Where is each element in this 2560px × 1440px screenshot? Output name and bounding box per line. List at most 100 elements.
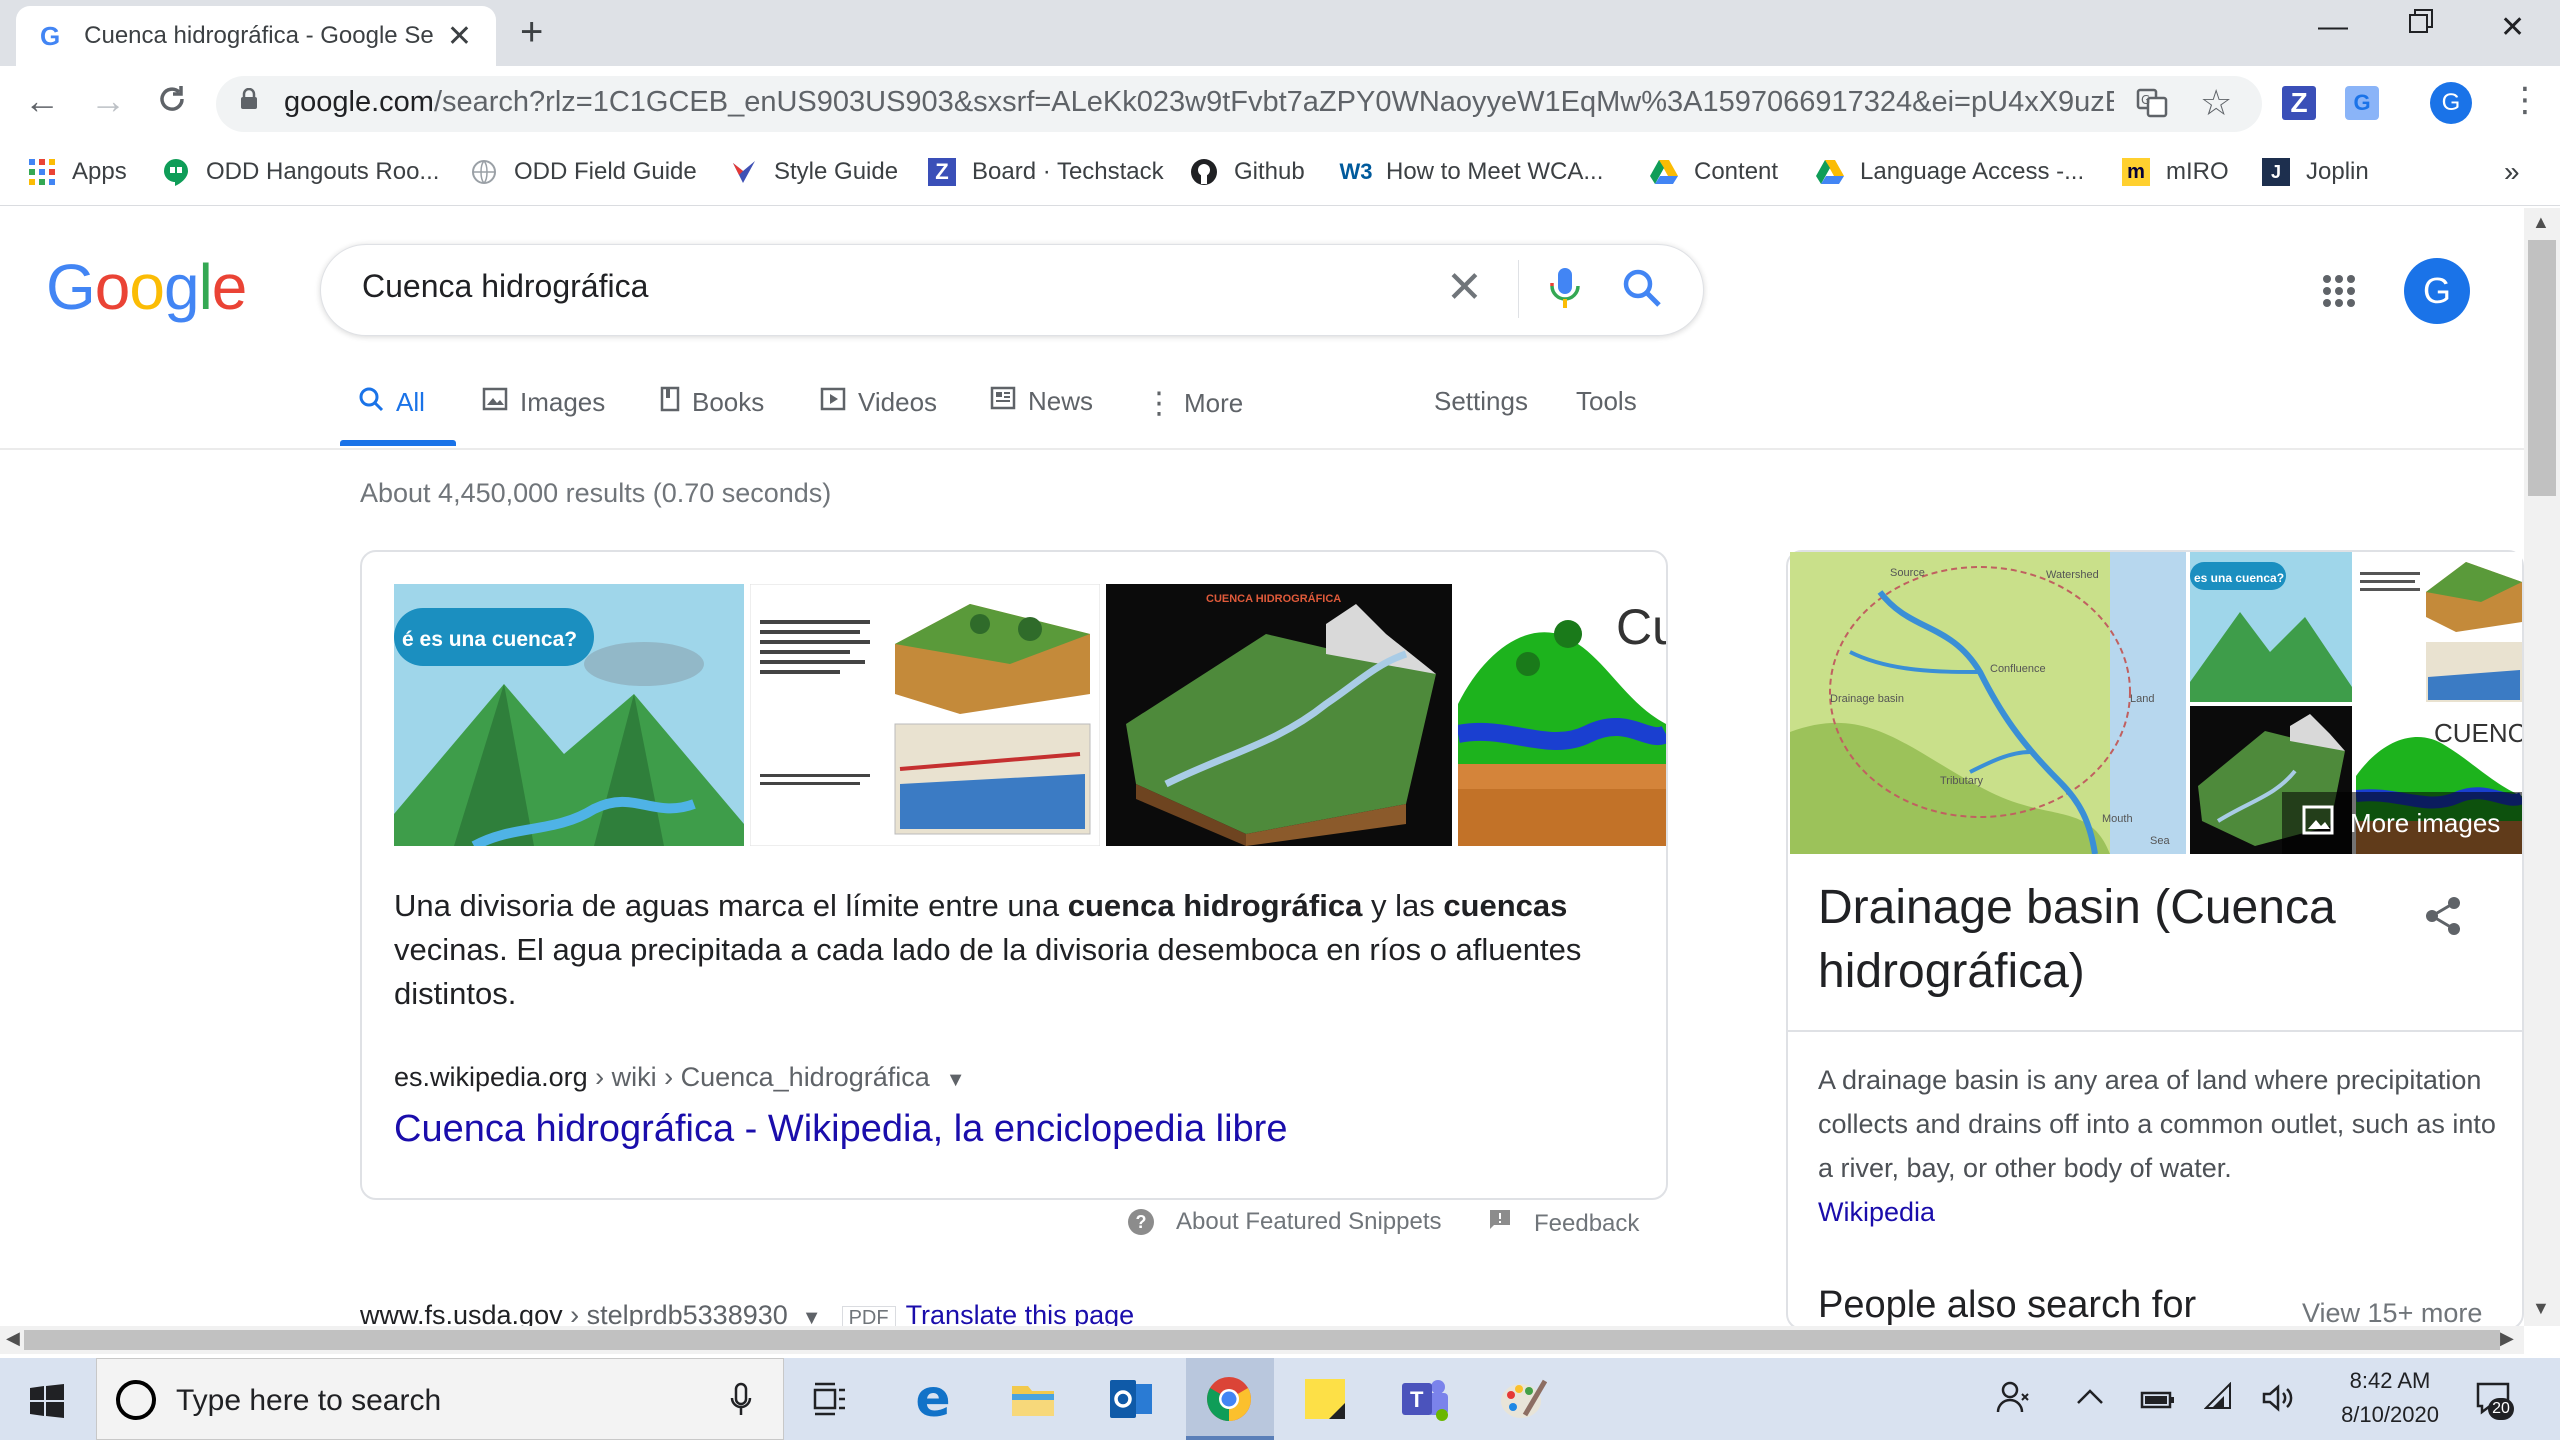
about-featured-snippets[interactable]: ? About Featured Snippets bbox=[1128, 1208, 1442, 1236]
tab-tools[interactable]: Tools bbox=[1576, 386, 1637, 417]
snippet-text: Una divisoria de aguas marca el límite e… bbox=[394, 884, 1644, 1016]
browser-menu-icon[interactable]: ⋮ bbox=[2508, 80, 2542, 120]
bookmarks-overflow-icon[interactable]: » bbox=[2504, 152, 2520, 192]
zenhub-extension-icon[interactable]: Z bbox=[2282, 86, 2316, 120]
account-avatar[interactable]: G bbox=[2404, 258, 2470, 324]
search-icon[interactable] bbox=[1620, 266, 1664, 315]
profile-avatar[interactable]: G bbox=[2430, 82, 2472, 124]
knowledge-panel-thumbnail[interactable] bbox=[2356, 552, 2522, 702]
tab-label: News bbox=[1028, 386, 1094, 416]
knowledge-panel-title: Drainage basin (Cuenca hidrográfica) bbox=[1818, 881, 2336, 998]
scroll-down-icon[interactable]: ▼ bbox=[2532, 1298, 2550, 1319]
google-translate-extension-icon[interactable]: G bbox=[2345, 86, 2379, 120]
logo-letter: o bbox=[129, 251, 165, 323]
paint-icon[interactable] bbox=[1494, 1370, 1552, 1428]
map-label: Confluence bbox=[1990, 663, 2046, 675]
windows-start-icon[interactable] bbox=[30, 1384, 64, 1423]
knowledge-panel-main-image[interactable]: Source Watershed Confluence Drainage bas… bbox=[1790, 552, 2186, 855]
volume-icon[interactable] bbox=[2262, 1384, 2296, 1419]
snippet-citation[interactable]: es.wikipedia.org › wiki › Cuenca_hidrogr… bbox=[394, 1062, 966, 1093]
file-explorer-icon[interactable] bbox=[1004, 1370, 1062, 1428]
logo-letter: g bbox=[163, 251, 200, 323]
battery-icon[interactable] bbox=[2140, 1386, 2176, 1418]
map-label: Watershed bbox=[2046, 569, 2099, 581]
feedback-link[interactable]: Feedback bbox=[1488, 1208, 1639, 1239]
tab-images[interactable]: Images bbox=[482, 386, 605, 419]
browser-tab[interactable]: G Cuenca hidrográfica - Google Se ✕ bbox=[16, 6, 496, 66]
snippet-thumbnail[interactable]: CUENCA HIDROGRÁFICA bbox=[1106, 584, 1452, 846]
bookmark-board-techstack[interactable]: Z Board · Techstack bbox=[928, 152, 1164, 192]
google-logo[interactable]: Google bbox=[46, 250, 247, 324]
bookmark-github[interactable]: Github bbox=[1190, 152, 1305, 192]
search-small-icon bbox=[358, 386, 384, 419]
bookmark-language-access[interactable]: Language Access -... bbox=[1816, 152, 2084, 192]
task-view-icon[interactable] bbox=[802, 1370, 860, 1428]
people-icon[interactable] bbox=[1996, 1380, 2030, 1421]
bookmark-star-icon[interactable]: ☆ bbox=[2200, 82, 2232, 124]
sticky-notes-icon[interactable] bbox=[1296, 1370, 1354, 1428]
bookmark-style-guide[interactable]: Style Guide bbox=[730, 152, 898, 192]
voice-search-icon[interactable] bbox=[1548, 266, 1582, 317]
image-icon bbox=[2302, 805, 2334, 842]
view-more-link[interactable]: View 15+ more bbox=[2302, 1298, 2482, 1329]
clear-search-icon[interactable]: ✕ bbox=[1446, 262, 1483, 313]
microphone-icon[interactable] bbox=[730, 1382, 752, 1423]
tab-videos[interactable]: Videos bbox=[820, 386, 937, 419]
share-icon[interactable] bbox=[2424, 896, 2462, 941]
bookmark-label: Style Guide bbox=[774, 158, 899, 185]
snippet-result-link[interactable]: Cuenca hidrográfica - Wikipedia, la enci… bbox=[394, 1108, 1287, 1151]
tab-label: Images bbox=[520, 387, 606, 417]
scroll-right-icon[interactable]: ▶ bbox=[2500, 1328, 2514, 1349]
outlook-icon[interactable] bbox=[1102, 1370, 1160, 1428]
bookmark-miro[interactable]: m mIRO bbox=[2122, 152, 2229, 192]
close-tab-icon[interactable]: ✕ bbox=[447, 19, 472, 54]
tab-news[interactable]: News bbox=[990, 386, 1093, 417]
teams-icon[interactable]: T bbox=[1396, 1370, 1454, 1428]
tab-more[interactable]: ⋮ More bbox=[1144, 386, 1243, 421]
minimize-icon[interactable]: — bbox=[2318, 10, 2348, 44]
taskbar-search-placeholder[interactable]: Type here to search bbox=[176, 1384, 441, 1418]
translate-icon[interactable]: G bbox=[2136, 86, 2168, 126]
snippet-thumbnail[interactable] bbox=[750, 584, 1100, 846]
bookmark-odd-hangouts[interactable]: ODD Hangouts Roo... bbox=[162, 152, 439, 192]
about-label: About Featured Snippets bbox=[1176, 1208, 1442, 1235]
bookmark-apps[interactable]: Apps bbox=[28, 152, 127, 192]
tab-title: Cuenca hidrográfica - Google Se bbox=[84, 22, 434, 49]
thumbnail-caption: CUENCA bbox=[2434, 718, 2522, 748]
bookmark-odd-field-guide[interactable]: ODD Field Guide bbox=[470, 152, 697, 192]
new-tab-button[interactable]: + bbox=[520, 10, 543, 55]
google-apps-icon[interactable] bbox=[2322, 274, 2356, 313]
snippet-thumbnail[interactable]: é es una cuenca? bbox=[394, 584, 744, 846]
wifi-icon[interactable] bbox=[2203, 1381, 2236, 1419]
scroll-left-icon[interactable]: ◀ bbox=[6, 1328, 20, 1349]
logo-letter: l bbox=[198, 251, 213, 323]
system-clock[interactable]: 8:42 AM 8/10/2020 bbox=[2320, 1364, 2460, 1432]
bookmark-how-to-meet-wcag[interactable]: W3 How to Meet WCA... bbox=[1340, 152, 1604, 192]
wikipedia-source-link[interactable]: Wikipedia bbox=[1818, 1197, 1935, 1227]
scroll-up-icon[interactable]: ▲ bbox=[2532, 212, 2550, 233]
tab-settings[interactable]: Settings bbox=[1434, 386, 1528, 417]
edge-icon[interactable]: e bbox=[904, 1369, 962, 1429]
lock-icon[interactable] bbox=[240, 87, 258, 110]
url-text[interactable]: google.com/search?rlz=1C1GCEB_enUS903US9… bbox=[284, 86, 2114, 119]
caret-down-icon[interactable]: ▼ bbox=[946, 1069, 966, 1091]
bookmark-content[interactable]: Content bbox=[1650, 152, 1778, 192]
vertical-scrollbar-thumb[interactable] bbox=[2528, 240, 2556, 496]
knowledge-panel-thumbnail[interactable]: es una cuenca? bbox=[2190, 552, 2352, 702]
tab-all[interactable]: All bbox=[358, 386, 425, 419]
bookmark-label: Language Access -... bbox=[1860, 158, 2085, 185]
restore-icon[interactable] bbox=[2408, 8, 2434, 42]
horizontal-scrollbar-thumb[interactable] bbox=[24, 1330, 2500, 1350]
snippet-text-bold: cuenca hidrográfica bbox=[1067, 888, 1363, 923]
forward-icon[interactable]: → bbox=[90, 80, 126, 122]
reload-icon[interactable] bbox=[156, 82, 188, 124]
snippet-thumbnail[interactable]: Cu bbox=[1458, 584, 1666, 846]
close-window-icon[interactable]: ✕ bbox=[2500, 10, 2525, 45]
more-images-button[interactable]: More images bbox=[2282, 792, 2522, 854]
bookmark-joplin[interactable]: J Joplin bbox=[2262, 152, 2369, 192]
back-icon[interactable]: ← bbox=[24, 80, 60, 122]
tab-books[interactable]: Books bbox=[660, 386, 764, 419]
search-input[interactable]: Cuenca hidrográfica bbox=[362, 268, 648, 305]
chrome-icon[interactable] bbox=[1200, 1370, 1258, 1428]
tray-chevron-up-icon[interactable] bbox=[2076, 1382, 2104, 1414]
